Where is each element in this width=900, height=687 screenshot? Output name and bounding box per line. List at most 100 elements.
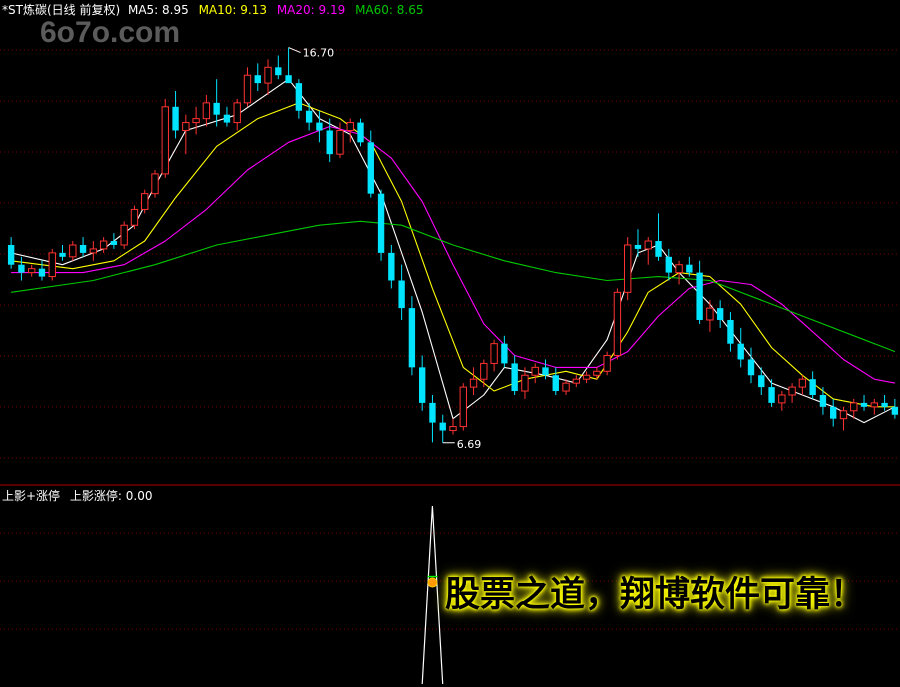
candle-body bbox=[377, 193, 385, 253]
candle bbox=[398, 264, 405, 320]
candle-body bbox=[305, 110, 313, 123]
candle bbox=[613, 288, 622, 360]
candle-body bbox=[110, 241, 118, 245]
candle bbox=[130, 205, 139, 230]
candle bbox=[161, 98, 169, 178]
candle-body bbox=[89, 248, 98, 254]
signal-marker bbox=[427, 577, 438, 588]
ma10-line bbox=[11, 102, 895, 408]
candle bbox=[285, 47, 292, 84]
candle bbox=[305, 102, 313, 131]
candle bbox=[357, 118, 364, 147]
candle-body bbox=[696, 272, 703, 320]
candle bbox=[490, 339, 498, 372]
candle-body bbox=[316, 122, 323, 131]
candle-body bbox=[891, 406, 899, 415]
candle bbox=[275, 55, 282, 80]
candle-body bbox=[839, 410, 848, 420]
candle bbox=[213, 79, 220, 127]
candle bbox=[388, 244, 395, 289]
candle-body bbox=[38, 268, 46, 277]
ma20-legend: MA20: 9.19 bbox=[276, 3, 346, 17]
candle bbox=[552, 367, 559, 395]
candle bbox=[38, 260, 46, 281]
candle bbox=[798, 375, 807, 395]
candle bbox=[449, 418, 457, 435]
candle-body bbox=[582, 374, 591, 380]
candle-body bbox=[850, 402, 858, 412]
candle-body bbox=[264, 66, 272, 84]
ma60-line bbox=[11, 220, 896, 353]
indicator-value: 上影涨停: 0.00 bbox=[69, 489, 153, 503]
candle bbox=[716, 300, 724, 328]
candle-body bbox=[603, 355, 611, 372]
chart-title: *ST炼碳(日线 前复权) bbox=[2, 3, 121, 17]
candle-body bbox=[870, 402, 878, 408]
candle bbox=[860, 394, 868, 411]
candle bbox=[459, 383, 467, 431]
candle bbox=[264, 59, 272, 95]
candle-body bbox=[69, 244, 77, 258]
candle-body bbox=[665, 256, 672, 273]
candle bbox=[480, 359, 488, 388]
candle bbox=[778, 391, 786, 411]
low-price-label: 6.69 bbox=[457, 438, 482, 451]
candle-body bbox=[819, 394, 827, 407]
candle-body bbox=[388, 252, 395, 281]
candle bbox=[172, 91, 179, 139]
candle bbox=[120, 221, 128, 249]
candle-body bbox=[572, 378, 580, 384]
candle bbox=[151, 169, 159, 198]
candle-body bbox=[120, 224, 128, 246]
candle bbox=[870, 398, 878, 415]
candle bbox=[839, 406, 848, 431]
candle bbox=[28, 264, 36, 277]
candle-body bbox=[459, 386, 467, 428]
ma5-line bbox=[10, 78, 896, 424]
candle bbox=[727, 312, 734, 352]
candle-body bbox=[675, 264, 683, 274]
candle-body bbox=[778, 394, 786, 404]
candle bbox=[830, 398, 837, 427]
candle bbox=[254, 63, 261, 92]
candle bbox=[582, 371, 591, 384]
candle bbox=[737, 327, 744, 368]
candle-body bbox=[706, 307, 714, 321]
candle-body bbox=[7, 244, 15, 265]
candle-body bbox=[542, 367, 549, 376]
candle-body bbox=[798, 378, 807, 388]
candle bbox=[69, 241, 77, 261]
candle bbox=[891, 398, 899, 419]
candle-body bbox=[28, 268, 36, 274]
candle bbox=[696, 260, 703, 324]
candle bbox=[881, 394, 888, 411]
candle-body bbox=[511, 363, 518, 392]
candle bbox=[768, 379, 775, 407]
candle bbox=[59, 244, 66, 261]
candle bbox=[788, 383, 796, 403]
candle bbox=[202, 94, 211, 127]
candle bbox=[408, 296, 416, 376]
candle bbox=[747, 347, 755, 384]
candle-body bbox=[141, 193, 149, 210]
candle-body bbox=[737, 343, 744, 360]
candle-body bbox=[48, 252, 56, 278]
candle-body bbox=[727, 319, 734, 344]
candle-body bbox=[285, 75, 292, 84]
candle-body bbox=[151, 173, 159, 195]
candle-body bbox=[716, 308, 724, 320]
candle bbox=[48, 248, 56, 281]
candle-body bbox=[254, 75, 261, 84]
candle-body bbox=[624, 244, 632, 293]
candle-body bbox=[192, 118, 200, 124]
candle bbox=[675, 260, 683, 285]
candle-body bbox=[768, 387, 775, 403]
candle-body bbox=[531, 366, 539, 376]
candle bbox=[7, 237, 15, 269]
candle-body bbox=[367, 142, 374, 194]
candle-body bbox=[613, 291, 622, 357]
candle bbox=[655, 213, 662, 261]
price-annotations: 16.70 6.69 bbox=[288, 47, 482, 451]
candle-body bbox=[398, 280, 405, 309]
candle bbox=[665, 248, 672, 281]
